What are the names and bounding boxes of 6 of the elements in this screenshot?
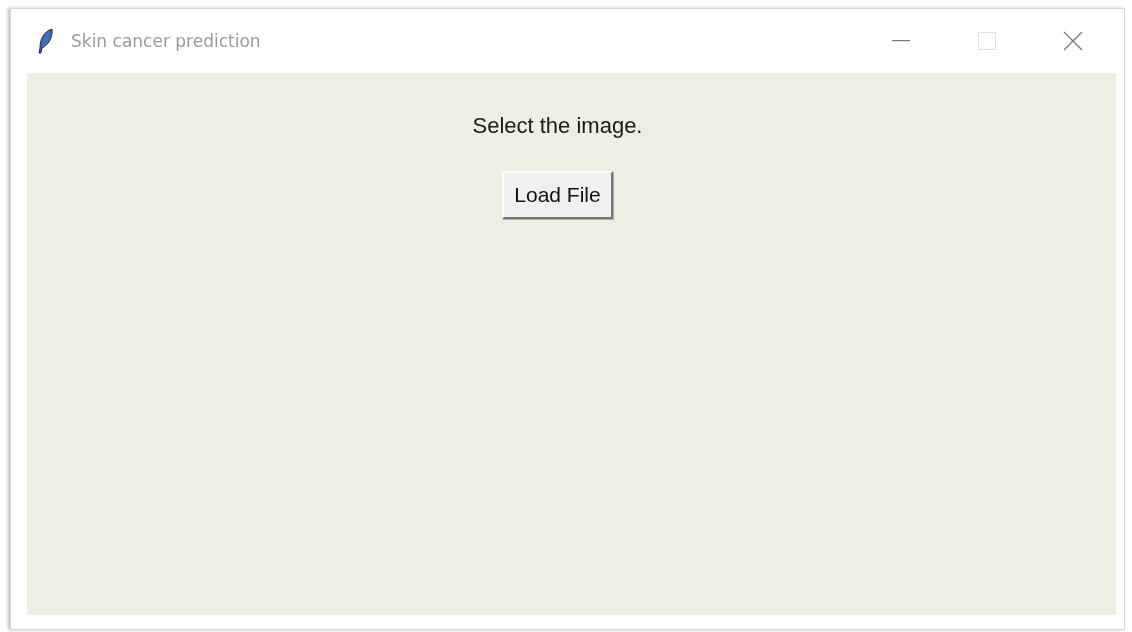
instruction-label: Select the image.: [472, 113, 643, 139]
close-icon[interactable]: [1063, 31, 1083, 51]
minimize-icon[interactable]: [892, 40, 910, 42]
window-title: Skin cancer prediction: [71, 31, 262, 51]
load-file-button[interactable]: Load File: [502, 171, 613, 219]
feather-icon: [37, 28, 55, 54]
